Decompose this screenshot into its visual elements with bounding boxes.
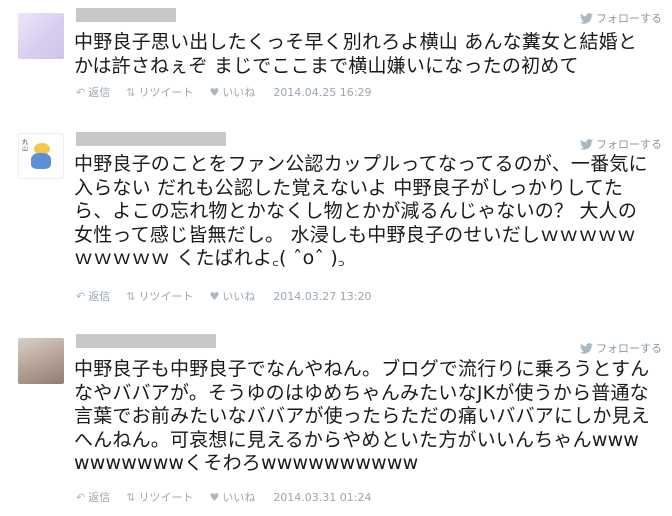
like-button[interactable]: ♥ いいね xyxy=(209,84,255,100)
timestamp[interactable]: 2014.03.31 01:24 xyxy=(273,491,371,504)
user-avatar[interactable]: 丸山 xyxy=(18,133,64,179)
user-avatar[interactable] xyxy=(18,338,64,384)
timestamp[interactable]: 2014.03.27 13:20 xyxy=(273,290,371,303)
reply-button[interactable]: ↶ 返信 xyxy=(76,288,110,304)
follow-label: フォローする xyxy=(596,12,662,25)
retweet-button[interactable]: ⇅ リツイート xyxy=(126,489,193,505)
twitter-bird-icon xyxy=(580,342,593,354)
user-avatar[interactable] xyxy=(18,13,64,59)
reply-label: 返信 xyxy=(88,491,111,504)
retweet-icon: ⇅ xyxy=(126,490,136,504)
reply-button[interactable]: ↶ 返信 xyxy=(76,489,110,505)
heart-icon: ♥ xyxy=(209,85,220,99)
reply-icon: ↶ xyxy=(76,289,86,303)
retweet-icon: ⇅ xyxy=(126,85,136,99)
tweet-actions: ↶ 返信 ⇅ リツイート ♥ いいね 2014.03.27 13:20 xyxy=(76,288,372,304)
redacted-username xyxy=(76,8,176,22)
retweet-icon: ⇅ xyxy=(126,289,136,303)
retweet-label: リツイート xyxy=(138,290,194,303)
like-button[interactable]: ♥ いいね xyxy=(209,288,255,304)
reply-label: 返信 xyxy=(88,290,111,303)
tweet-card: フォローする 中野良子も中野良子でなんやねん。ブログで流行りに乗ろうとすんなやバ… xyxy=(0,322,672,516)
twitter-bird-icon xyxy=(580,12,593,24)
tweet-card: フォローする 中野良子思い出したくっそ早く別れろよ横山 あんな糞女と結婚とかは許… xyxy=(0,0,672,110)
tweet-actions: ↶ 返信 ⇅ リツイート ♥ いいね 2014.04.25 16:29 xyxy=(76,84,372,100)
heart-icon: ♥ xyxy=(209,490,220,504)
follow-button[interactable]: フォローする xyxy=(580,340,662,356)
retweet-button[interactable]: ⇅ リツイート xyxy=(126,288,193,304)
avatar-illustration xyxy=(31,153,51,169)
reply-label: 返信 xyxy=(88,86,111,99)
tweet-text: 中野良子のことをファン公認カップルってなってるのが、一番気に入らない だれも公認… xyxy=(74,153,648,269)
reply-icon: ↶ xyxy=(76,85,86,99)
like-label: いいね xyxy=(222,290,256,303)
reply-icon: ↶ xyxy=(76,490,86,504)
twitter-bird-icon xyxy=(580,138,593,150)
follow-button[interactable]: フォローする xyxy=(580,136,662,152)
timestamp[interactable]: 2014.04.25 16:29 xyxy=(273,86,371,99)
retweet-button[interactable]: ⇅ リツイート xyxy=(126,84,193,100)
redacted-username xyxy=(76,334,216,348)
reply-button[interactable]: ↶ 返信 xyxy=(76,84,110,100)
retweet-label: リツイート xyxy=(138,86,194,99)
tweet-card: 丸山 フォローする 中野良子のことをファン公認カップルってなってるのが、一番気に… xyxy=(0,120,672,310)
retweet-label: リツイート xyxy=(138,491,194,504)
tweet-text: 中野良子思い出したくっそ早く別れろよ横山 あんな糞女と結婚とかは許さねぇぞ まじ… xyxy=(74,31,638,77)
tweet-actions: ↶ 返信 ⇅ リツイート ♥ いいね 2014.03.31 01:24 xyxy=(76,489,372,505)
heart-icon: ♥ xyxy=(209,289,220,303)
avatar-illustration: 丸山 xyxy=(22,139,29,153)
like-button[interactable]: ♥ いいね xyxy=(209,489,255,505)
like-label: いいね xyxy=(222,86,256,99)
follow-label: フォローする xyxy=(596,138,662,151)
follow-label: フォローする xyxy=(596,342,662,355)
follow-button[interactable]: フォローする xyxy=(580,10,662,26)
redacted-username xyxy=(76,132,226,146)
like-label: いいね xyxy=(222,491,256,504)
tweet-text: 中野良子も中野良子でなんやねん。ブログで流行りに乗ろうとすんなやババアが。そうゆ… xyxy=(74,358,651,474)
